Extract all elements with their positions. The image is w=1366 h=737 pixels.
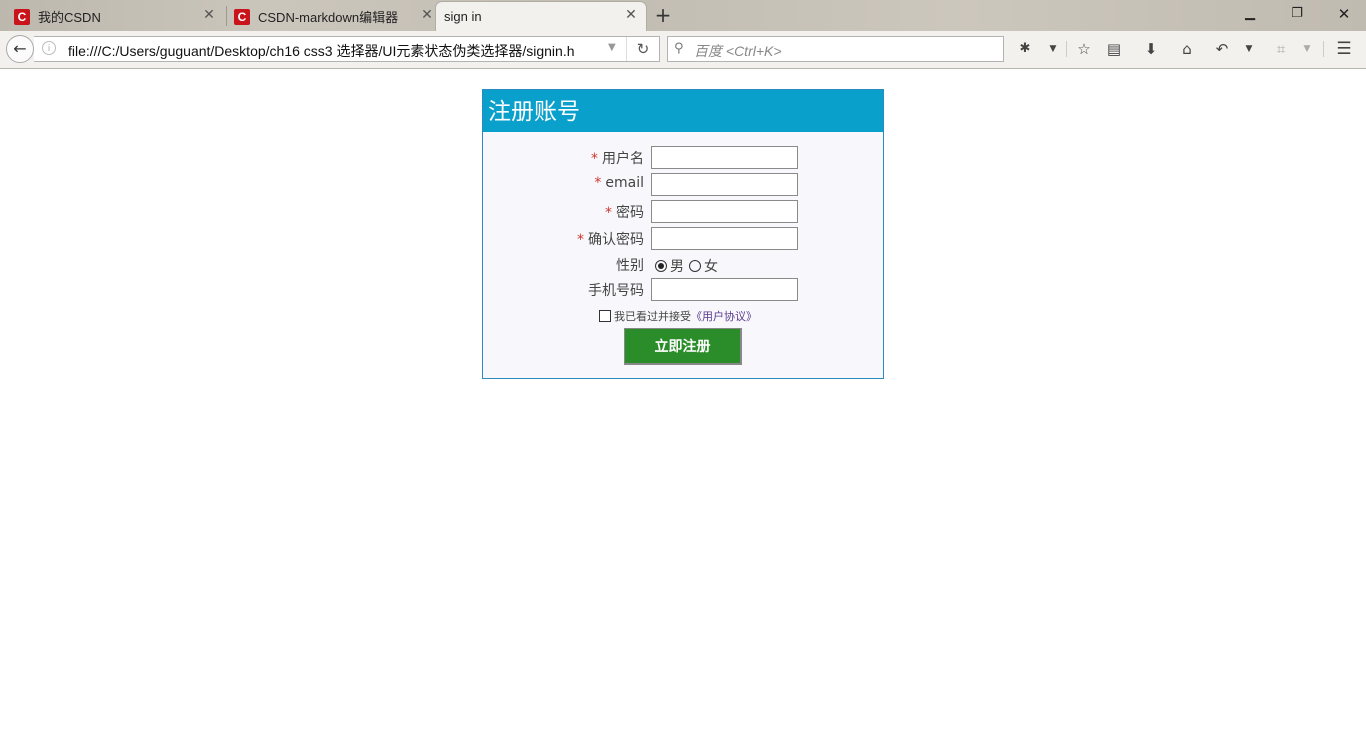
required-mark: * <box>594 175 602 191</box>
registration-form: 注册账号 * 用户名 * email * 密码 * 确认密码 性别 男 女 手机号码 我… <box>482 89 884 379</box>
email-label: * email <box>594 175 644 191</box>
email-input[interactable] <box>651 173 798 196</box>
password-label: * 密码 <box>605 205 644 221</box>
crop-dropdown-icon[interactable]: ▼ <box>1296 39 1318 59</box>
required-mark: * <box>591 151 598 167</box>
confirm-password-label: * 确认密码 <box>577 232 644 248</box>
back-button[interactable]: ← <box>6 35 34 63</box>
password-input[interactable] <box>651 200 798 223</box>
undo-icon[interactable]: ↶ <box>1211 39 1233 59</box>
search-icon: ⚲ <box>674 41 684 56</box>
window-close-icon[interactable]: ✕ <box>1330 4 1358 24</box>
url-dropdown-icon[interactable]: ▼ <box>608 42 616 53</box>
download-icon[interactable]: ⬇ <box>1140 39 1162 59</box>
password-row: * 密码 <box>483 200 883 224</box>
url-text[interactable]: file:///C:/Users/guguant/Desktop/ch16 cs… <box>68 41 588 61</box>
extension-icon[interactable]: ✱ <box>1014 39 1036 59</box>
tab-separator <box>226 6 227 26</box>
gender-female-label[interactable]: 女 <box>704 256 718 276</box>
toolbar-separator <box>1066 41 1067 57</box>
tab-my-csdn[interactable]: C 我的CSDN ✕ <box>14 2 224 31</box>
required-mark: * <box>577 232 584 248</box>
address-bar[interactable]: i file:///C:/Users/guguant/Desktop/ch16 … <box>34 36 660 62</box>
crop-icon[interactable]: ⌗ <box>1270 39 1292 59</box>
browser-navbar: i file:///C:/Users/guguant/Desktop/ch16 … <box>0 31 1366 69</box>
confirm-password-input[interactable] <box>651 227 798 250</box>
search-bar[interactable]: ⚲ 百度 <Ctrl+K> <box>667 36 1004 62</box>
close-icon[interactable]: ✕ <box>624 8 638 22</box>
tab-csdn-markdown[interactable]: C CSDN-markdown编辑器 ✕ <box>234 2 433 31</box>
home-icon[interactable]: ⌂ <box>1176 39 1198 59</box>
new-tab-plus-icon[interactable]: + <box>652 5 674 27</box>
bookmark-star-icon[interactable]: ☆ <box>1073 39 1095 59</box>
confirm-password-row: * 确认密码 <box>483 227 883 251</box>
agreement-checkbox[interactable] <box>599 310 611 322</box>
csdn-favicon-icon: C <box>234 8 250 25</box>
username-row: * 用户名 <box>483 146 883 170</box>
gender-label: 性别 <box>616 258 644 274</box>
toolbar-separator <box>1323 41 1324 57</box>
search-placeholder: 百度 <Ctrl+K> <box>694 43 782 59</box>
phone-row: 手机号码 <box>483 278 883 302</box>
gender-male-label[interactable]: 男 <box>670 256 684 276</box>
reload-icon[interactable]: ↻ <box>626 37 659 61</box>
tab-title: 我的CSDN <box>38 10 101 25</box>
gender-options: 男 女 <box>655 256 718 276</box>
gender-female-radio[interactable] <box>689 260 701 272</box>
tab-title: CSDN-markdown编辑器 <box>258 10 399 25</box>
info-icon[interactable]: i <box>42 41 56 55</box>
email-row: * email <box>483 173 883 197</box>
restore-icon[interactable]: ❐ <box>1283 4 1311 24</box>
username-label: * 用户名 <box>591 151 644 167</box>
close-icon[interactable]: ✕ <box>420 8 434 22</box>
username-input[interactable] <box>651 146 798 169</box>
phone-label: 手机号码 <box>588 283 644 299</box>
agreement-text: 我已看过并接受 <box>614 310 691 323</box>
undo-dropdown-icon[interactable]: ▼ <box>1238 39 1260 59</box>
gender-row: 性别 男 女 <box>483 253 883 277</box>
register-button[interactable]: 立即注册 <box>624 328 742 365</box>
user-agreement-link[interactable]: 《用户协议》 <box>691 308 757 324</box>
tab-sign-in[interactable]: sign in ✕ <box>436 2 646 31</box>
browser-titlebar: C 我的CSDN ✕ C CSDN-markdown编辑器 ✕ sign in … <box>0 0 1366 31</box>
form-title: 注册账号 <box>483 90 883 132</box>
close-icon[interactable]: ✕ <box>202 8 216 22</box>
minimize-icon[interactable]: ▁ <box>1236 4 1264 24</box>
tab-title: sign in <box>444 9 482 24</box>
csdn-favicon-icon: C <box>14 8 30 25</box>
required-mark: * <box>605 205 612 221</box>
reading-list-icon[interactable]: ▤ <box>1103 39 1125 59</box>
gender-male-radio[interactable] <box>655 260 667 272</box>
extension-dropdown-icon[interactable]: ▼ <box>1042 39 1064 59</box>
phone-input[interactable] <box>651 278 798 301</box>
agreement-row: 我已看过并接受 《用户协议》 <box>599 308 757 324</box>
menu-hamburger-icon[interactable]: ☰ <box>1333 39 1355 59</box>
